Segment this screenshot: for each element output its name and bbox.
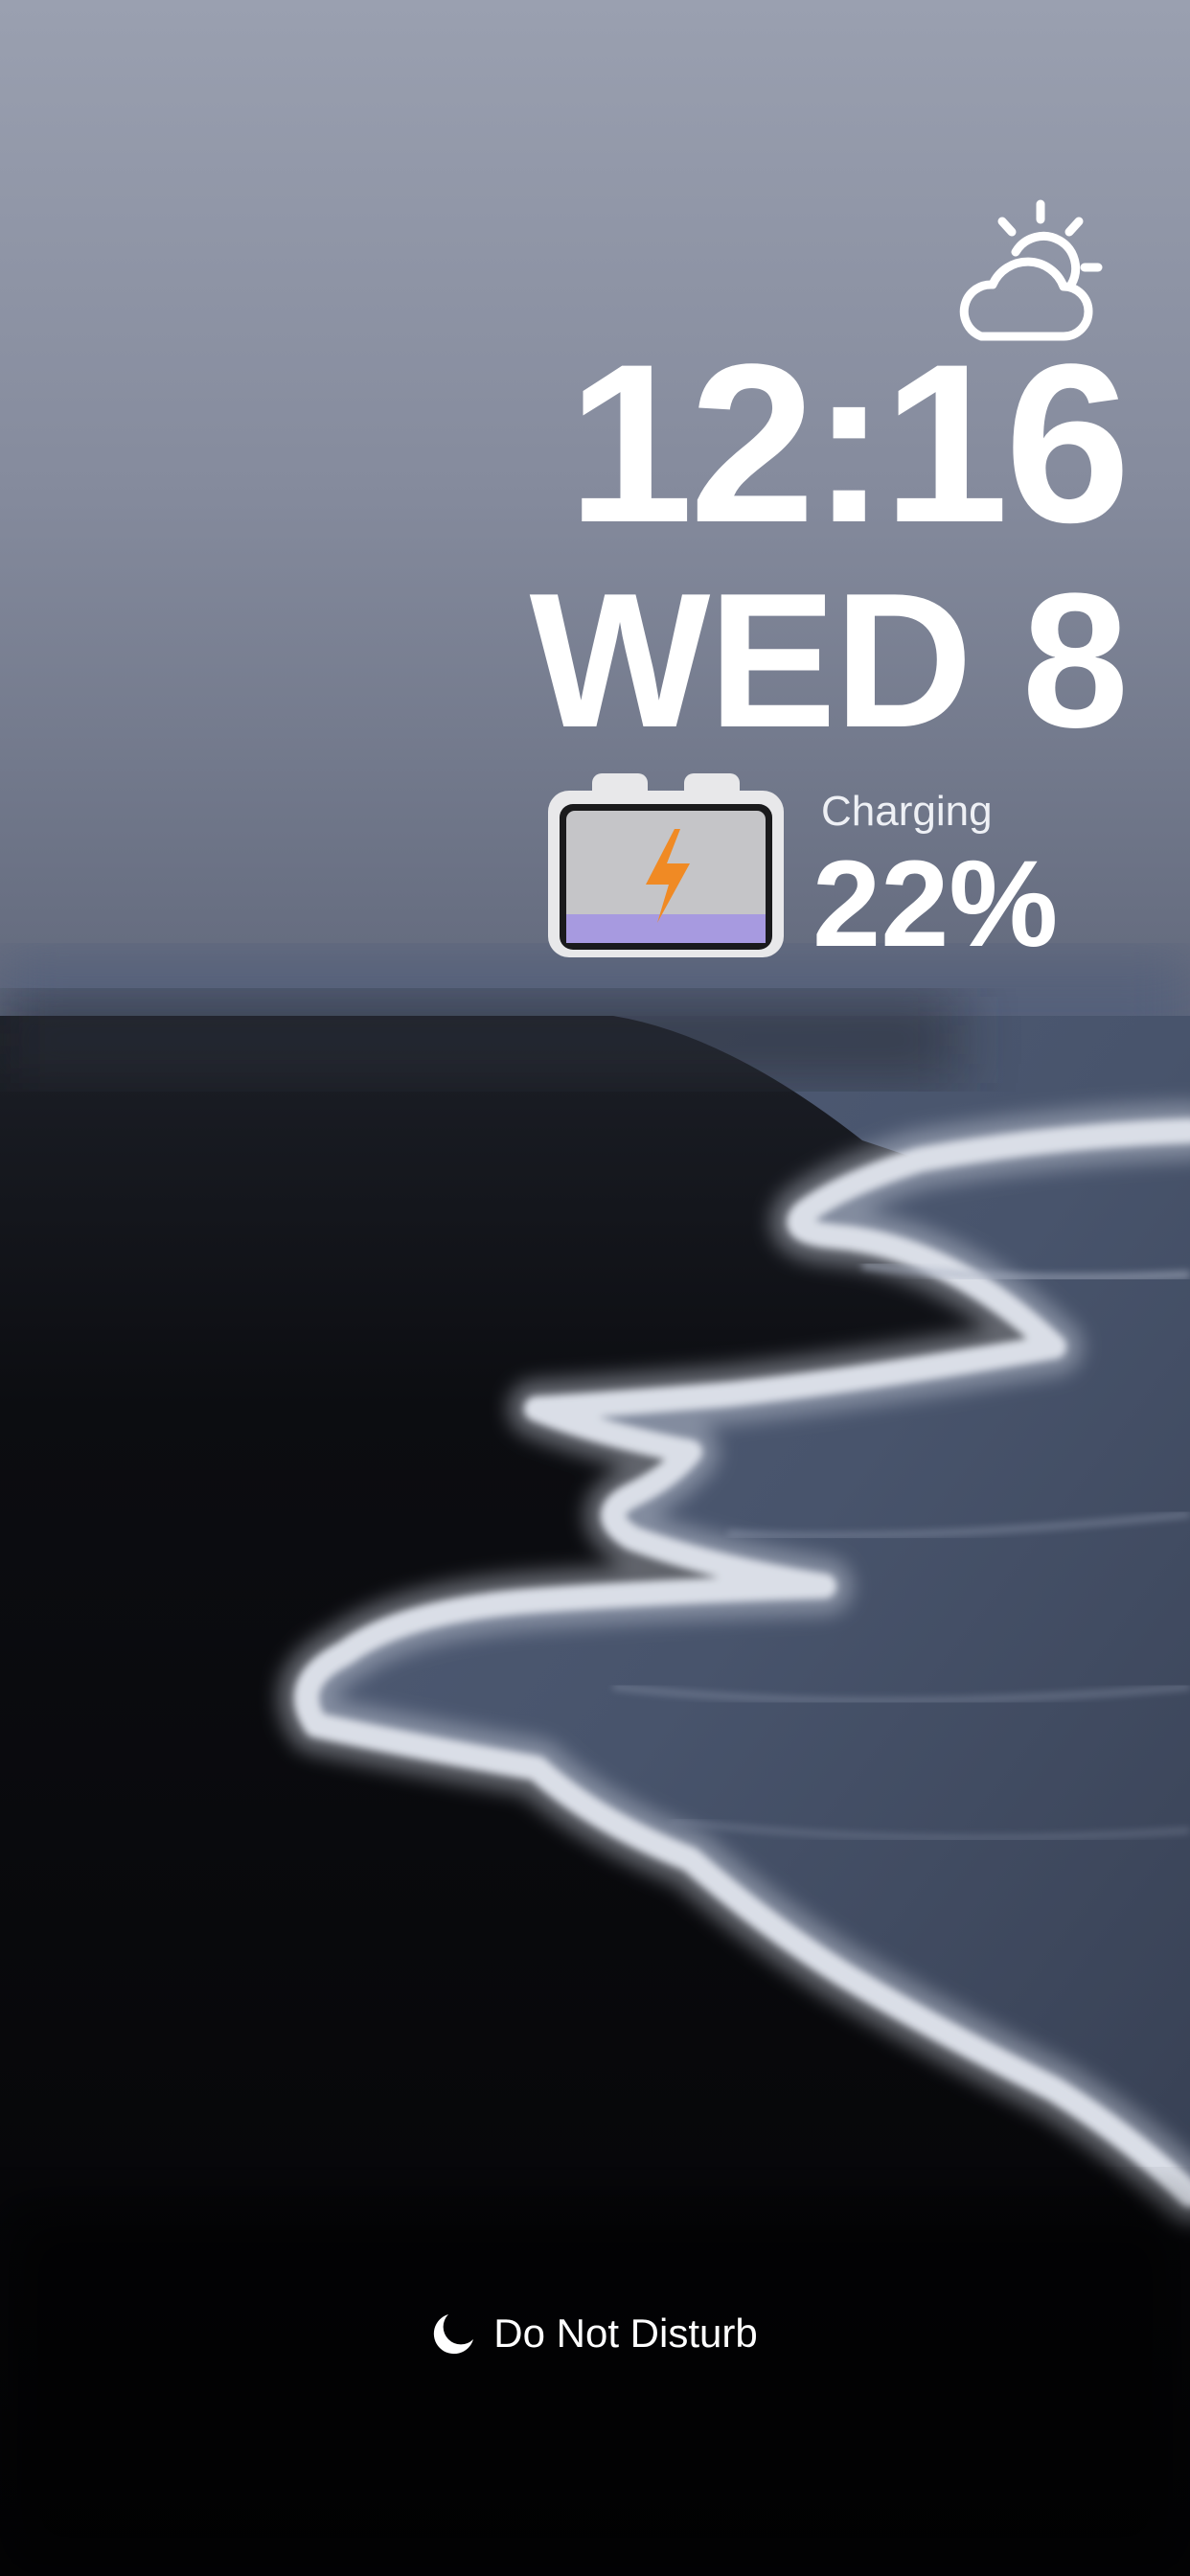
lock-screen-time[interactable]: 12:16 xyxy=(567,331,1131,557)
lock-screen-date[interactable]: WED 8 xyxy=(530,565,1129,757)
focus-indicator[interactable]: Do Not Disturb xyxy=(0,2312,1190,2356)
charging-status-label: Charging xyxy=(821,788,993,835)
battery-level-fill xyxy=(566,914,766,943)
battery-percent-label: 22% xyxy=(812,836,1059,973)
focus-label: Do Not Disturb xyxy=(493,2311,758,2356)
lock-screen: 12:16 WED 8 Charging 22% Do Not Disturb xyxy=(0,0,1190,2576)
moon-icon xyxy=(434,2314,474,2355)
battery-charging-icon[interactable] xyxy=(546,771,786,959)
